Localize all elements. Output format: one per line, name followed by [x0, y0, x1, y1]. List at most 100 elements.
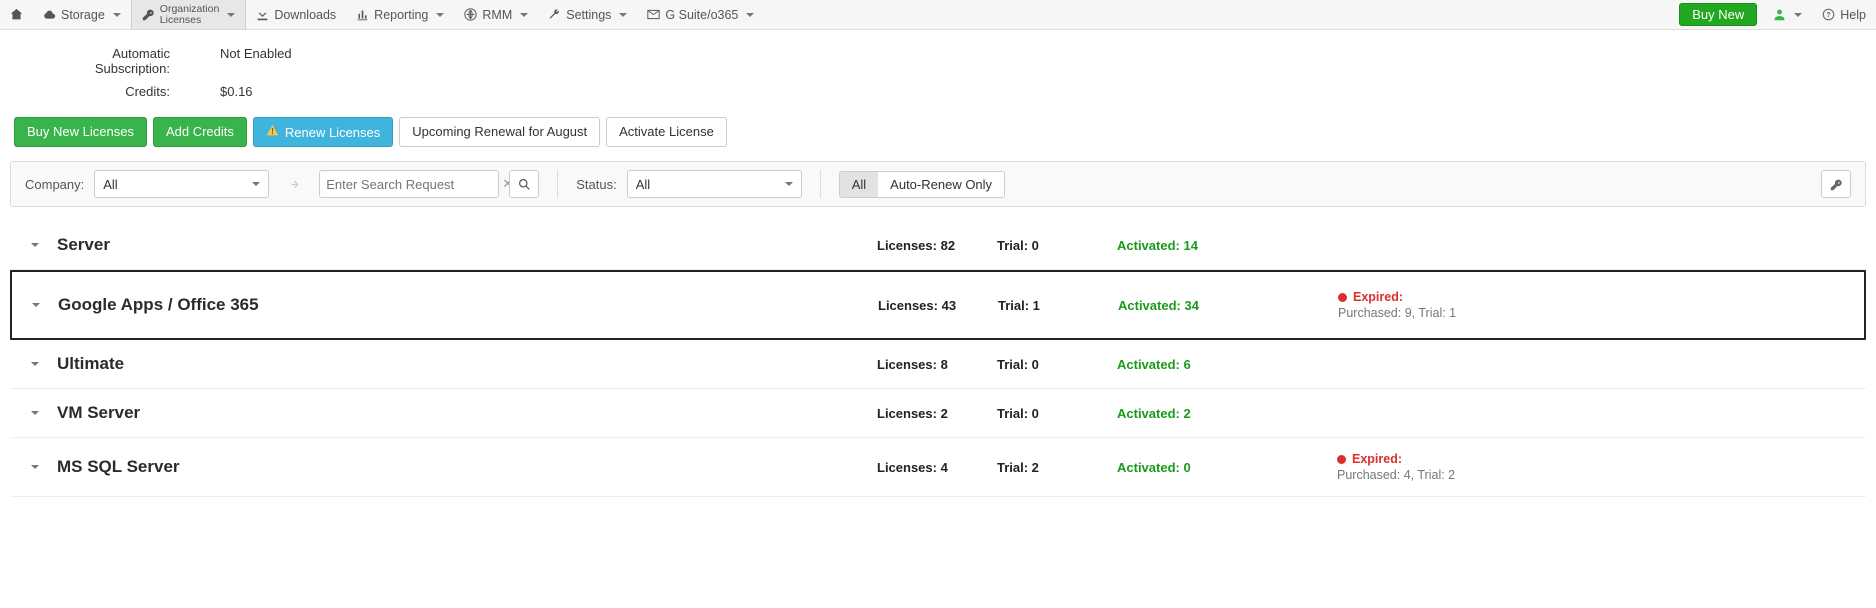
group-name: Google Apps / Office 365 [58, 295, 878, 315]
license-group-row[interactable]: ServerLicenses: 82Trial: 0Activated: 14 [10, 221, 1866, 270]
nav-downloads-label: Downloads [274, 8, 336, 22]
activated-count: Activated: 0 [1117, 460, 1277, 475]
divider [820, 170, 821, 198]
nav-home[interactable] [0, 0, 33, 29]
nav-org-licenses[interactable]: Organization Licenses [131, 0, 247, 29]
caret-down-icon[interactable] [32, 303, 40, 307]
expired-badge: Expired:Purchased: 4, Trial: 2 [1337, 452, 1455, 482]
license-group-row[interactable]: MS SQL ServerLicenses: 4Trial: 2Activate… [10, 438, 1866, 497]
globe-icon [464, 8, 477, 21]
svg-text:?: ? [1827, 10, 1832, 19]
nav-settings[interactable]: Settings [538, 0, 637, 29]
add-credits-button[interactable]: Add Credits [153, 117, 247, 147]
trial-count: Trial: 0 [997, 357, 1117, 372]
caret-down-icon [252, 182, 260, 186]
licenses-count: Licenses: 82 [877, 238, 997, 253]
nav-gsuite[interactable]: G Suite/o365 [637, 0, 764, 29]
license-group-row[interactable]: UltimateLicenses: 8Trial: 0Activated: 6 [10, 340, 1866, 389]
licenses-count: Licenses: 4 [877, 460, 997, 475]
nav-reporting[interactable]: Reporting [346, 0, 454, 29]
nav-storage[interactable]: Storage [33, 0, 131, 29]
nav-downloads[interactable]: Downloads [246, 0, 346, 29]
caret-down-icon[interactable] [31, 243, 39, 247]
renew-filter-segment: All Auto-Renew Only [839, 171, 1005, 198]
filter-bar: Company: All ✕ Status: All All Auto-Rene… [10, 161, 1866, 207]
license-group-row[interactable]: VM ServerLicenses: 2Trial: 0Activated: 2 [10, 389, 1866, 438]
nav-storage-label: Storage [61, 8, 105, 22]
home-icon [10, 8, 23, 21]
activated-count: Activated: 2 [1117, 406, 1277, 421]
help-icon: ? [1822, 8, 1835, 21]
status-dot-icon [1337, 455, 1346, 464]
caret-down-icon [227, 13, 235, 17]
status-select[interactable]: All [627, 170, 802, 198]
activated-count: Activated: 34 [1118, 298, 1278, 313]
nav-help[interactable]: ? Help [1812, 0, 1876, 29]
group-name: Ultimate [57, 354, 877, 374]
expired-badge: Expired:Purchased: 9, Trial: 1 [1338, 290, 1456, 320]
renew-licenses-button[interactable]: Renew Licenses [253, 117, 393, 147]
search-input[interactable] [326, 177, 502, 192]
licenses-count: Licenses: 2 [877, 406, 997, 421]
buy-licenses-button[interactable]: Buy New Licenses [14, 117, 147, 147]
nav-rmm-label: RMM [482, 8, 512, 22]
subscription-value: Not Enabled [220, 46, 292, 76]
group-name: MS SQL Server [57, 457, 877, 477]
action-bar: Buy New Licenses Add Credits Renew Licen… [0, 117, 1876, 161]
seg-all-button[interactable]: All [840, 172, 878, 197]
caret-down-icon[interactable] [31, 362, 39, 366]
mail-icon [647, 8, 660, 21]
wrench-icon [548, 8, 561, 21]
caret-down-icon [520, 13, 528, 17]
top-nav: Storage Organization Licenses Downloads … [0, 0, 1876, 30]
key-icon [142, 8, 155, 21]
user-icon [1773, 8, 1786, 21]
activate-license-button[interactable]: Activate License [606, 117, 727, 147]
caret-down-icon [113, 13, 121, 17]
caret-down-icon [619, 13, 627, 17]
license-group-row[interactable]: Google Apps / Office 365Licenses: 43Tria… [10, 270, 1866, 340]
seg-auto-renew-button[interactable]: Auto-Renew Only [878, 172, 1004, 197]
nav-rmm[interactable]: RMM [454, 0, 538, 29]
chart-icon [356, 8, 369, 21]
group-name: VM Server [57, 403, 877, 423]
caret-down-icon [785, 182, 793, 186]
search-button[interactable] [509, 170, 539, 198]
credits-value: $0.16 [220, 84, 253, 99]
upcoming-renewal-button[interactable]: Upcoming Renewal for August [399, 117, 600, 147]
licenses-count: Licenses: 8 [877, 357, 997, 372]
trial-count: Trial: 2 [997, 460, 1117, 475]
license-groups: ServerLicenses: 82Trial: 0Activated: 14G… [10, 221, 1866, 497]
company-select[interactable]: All [94, 170, 269, 198]
search-input-wrap: ✕ [319, 170, 499, 198]
trial-count: Trial: 0 [997, 238, 1117, 253]
group-name: Server [57, 235, 877, 255]
nav-gsuite-label: G Suite/o365 [665, 8, 738, 22]
nav-org-licenses-label: Organization Licenses [160, 4, 220, 26]
activated-count: Activated: 14 [1117, 238, 1277, 253]
trial-count: Trial: 1 [998, 298, 1118, 313]
nav-help-label: Help [1840, 8, 1866, 22]
trial-count: Trial: 0 [997, 406, 1117, 421]
credits-label: Credits: [40, 84, 220, 99]
divider [557, 170, 558, 198]
buy-new-button[interactable]: Buy New [1679, 3, 1757, 26]
nav-user-menu[interactable] [1763, 0, 1812, 29]
warning-icon [266, 124, 279, 140]
caret-down-icon [746, 13, 754, 17]
download-icon [256, 8, 269, 21]
settings-icon-button[interactable] [1821, 170, 1851, 198]
caret-down-icon[interactable] [31, 411, 39, 415]
caret-down-icon [1794, 13, 1802, 17]
cloud-icon [43, 8, 56, 21]
nav-reporting-label: Reporting [374, 8, 428, 22]
info-block: Automatic Subscription: Not Enabled Cred… [0, 30, 1876, 117]
caret-down-icon [436, 13, 444, 17]
status-label: Status: [576, 177, 616, 192]
subscription-label: Automatic Subscription: [40, 46, 220, 76]
company-label: Company: [25, 177, 84, 192]
arrow-right-icon [279, 170, 309, 198]
caret-down-icon[interactable] [31, 465, 39, 469]
licenses-count: Licenses: 43 [878, 298, 998, 313]
nav-settings-label: Settings [566, 8, 611, 22]
